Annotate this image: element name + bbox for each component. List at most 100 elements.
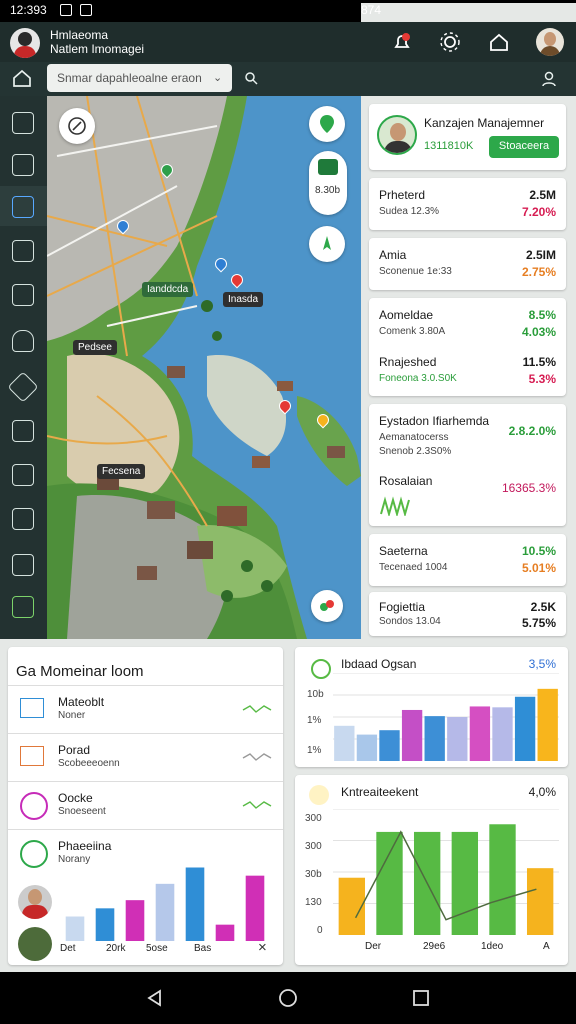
x-tick: Det — [60, 943, 76, 954]
cloud-icon[interactable] — [12, 330, 34, 352]
y-tick: 1% — [307, 745, 322, 756]
search-rail-icon[interactable] — [12, 420, 34, 442]
chart-bar — [245, 875, 265, 941]
chart-bar — [537, 688, 558, 761]
chart-bar — [376, 831, 403, 935]
chart-bar — [125, 900, 145, 941]
frame-icon[interactable] — [12, 596, 34, 618]
chart-bar — [155, 883, 175, 941]
map-label: Ianddcda — [142, 282, 194, 297]
coin-icon — [309, 785, 329, 805]
user-icon[interactable] — [541, 71, 557, 87]
chart-bar — [424, 716, 445, 761]
back-icon[interactable] — [145, 988, 165, 1008]
list-icon[interactable] — [12, 554, 34, 576]
location-button[interactable] — [309, 106, 345, 142]
map-view[interactable]: 8.30b Inasda Ianddcda Pedsee Fecsena — [47, 96, 361, 639]
profile-card: Kanzajen Manajemner 1311810K Stoaceera — [369, 104, 566, 170]
chart-bar — [185, 867, 205, 941]
settings-icon[interactable] — [438, 30, 462, 54]
message-icon — [80, 4, 92, 16]
map-pin-button[interactable] — [311, 590, 343, 622]
home-icon[interactable] — [487, 30, 511, 54]
layers-button[interactable]: 8.30b — [309, 151, 347, 215]
y-tick: 300 — [305, 841, 322, 852]
home-circle-icon[interactable] — [278, 988, 298, 1008]
y-tick: 1% — [307, 715, 322, 726]
ring-icon — [20, 792, 48, 820]
map-label: Inasda — [223, 292, 264, 307]
chart-panel-top: Ibdaad Ogsan 3,5% 10b 1% 1% — [295, 647, 568, 767]
metric-card-group[interactable]: Aomeldae Comenk 3.80A 8.5% 4.03% Rnajesh… — [369, 298, 566, 396]
home-nav-icon[interactable] — [12, 68, 32, 88]
x-tick: 1deo — [481, 941, 504, 952]
metric-card[interactable]: Saeterna Tecenaed 1004 10.5% 5.01% — [369, 534, 566, 586]
metric-card-group[interactable]: Eystadon Ifiarhemda Aemanatocerss Snenob… — [369, 404, 566, 526]
trend-icon — [242, 801, 272, 809]
profile-photo — [377, 115, 417, 155]
bar-chart — [333, 673, 559, 761]
mini-bar-chart — [65, 867, 265, 941]
bar-line-chart — [333, 809, 559, 935]
avatar[interactable] — [18, 927, 52, 961]
metric-card[interactable]: Fogiettia Sondos 13.04 2.5K 5.75% — [369, 592, 566, 636]
search-bar: Snmar dapahleoalne eraon ⌄ — [0, 62, 576, 96]
metric-value: 2.5IM — [525, 248, 556, 262]
list-item[interactable]: Oocke Snoeseent — [8, 781, 283, 829]
status-time: 12:393 — [10, 3, 47, 17]
chart-icon — [311, 659, 331, 679]
chart-title: Ibdaad Ogsan — [341, 657, 417, 671]
list-item[interactable]: Porad Scobeeeoenn — [8, 733, 283, 781]
x-tick: Bas — [194, 943, 212, 954]
profile-avatar[interactable] — [536, 28, 564, 56]
envelope-icon — [20, 746, 44, 766]
chart-bar — [447, 717, 468, 761]
chart-panel-bottom: Kntreaiteekent 4,0% 300 300 30b 130 0 De… — [295, 775, 568, 965]
close-button[interactable]: × — [258, 939, 267, 956]
phone-icon — [20, 840, 48, 868]
activity-icon[interactable] — [12, 508, 34, 530]
gear-icon[interactable] — [12, 284, 34, 306]
map-fab-value: 8.30b — [315, 185, 341, 196]
calendar-icon[interactable] — [12, 464, 34, 486]
chart-bar — [469, 706, 491, 761]
avatar[interactable] — [18, 885, 52, 919]
chart-bar — [451, 831, 479, 935]
chart-bar — [489, 824, 516, 935]
chart-bar — [379, 730, 400, 761]
search-icon[interactable] — [244, 71, 258, 85]
search-input[interactable]: Snmar dapahleoalne eraon — [47, 64, 232, 92]
chart-bar — [514, 696, 536, 761]
trend-icon — [242, 753, 272, 761]
compass-icon[interactable] — [12, 112, 34, 134]
x-tick: 5ose — [146, 943, 168, 954]
chart-bar — [401, 709, 423, 761]
map-compass-button[interactable] — [59, 108, 95, 144]
profile-action-button[interactable]: Stoaceera — [489, 136, 559, 158]
x-tick: 20rk — [106, 943, 126, 954]
profile-value: 1311810K — [424, 140, 474, 152]
avatar[interactable] — [10, 28, 40, 58]
mail-icon — [20, 698, 44, 718]
document-icon[interactable] — [12, 196, 34, 218]
chevron-down-icon[interactable]: ⌄ — [213, 71, 222, 84]
y-tick: 0 — [317, 925, 323, 936]
chart-title: Kntreaiteekent — [341, 785, 419, 799]
y-tick: 130 — [305, 897, 322, 908]
y-tick: 30b — [305, 869, 322, 880]
chart-value: 4,0% — [528, 785, 556, 799]
bell-icon[interactable] — [390, 30, 414, 54]
chart-bar — [215, 924, 235, 941]
recents-icon[interactable] — [411, 988, 431, 1008]
chart-bar — [334, 725, 355, 761]
tag-icon[interactable] — [7, 371, 39, 403]
right-panel: Kanzajen Manajemner 1311810K Stoaceera P… — [361, 96, 576, 639]
metric-card[interactable]: Amia Sconenue 1e:33 2.5IM 2.75% — [369, 238, 566, 290]
metric-card[interactable]: Prheterd Sudea 12.3% 2.5M 7.20% — [369, 178, 566, 230]
list-item[interactable]: Mateoblt Noner — [8, 685, 283, 733]
monitor-icon[interactable] — [12, 154, 34, 176]
briefcase-icon[interactable] — [12, 240, 34, 262]
navigate-button[interactable] — [309, 226, 345, 262]
chart-bar — [526, 868, 554, 935]
notification-icon — [60, 4, 72, 16]
